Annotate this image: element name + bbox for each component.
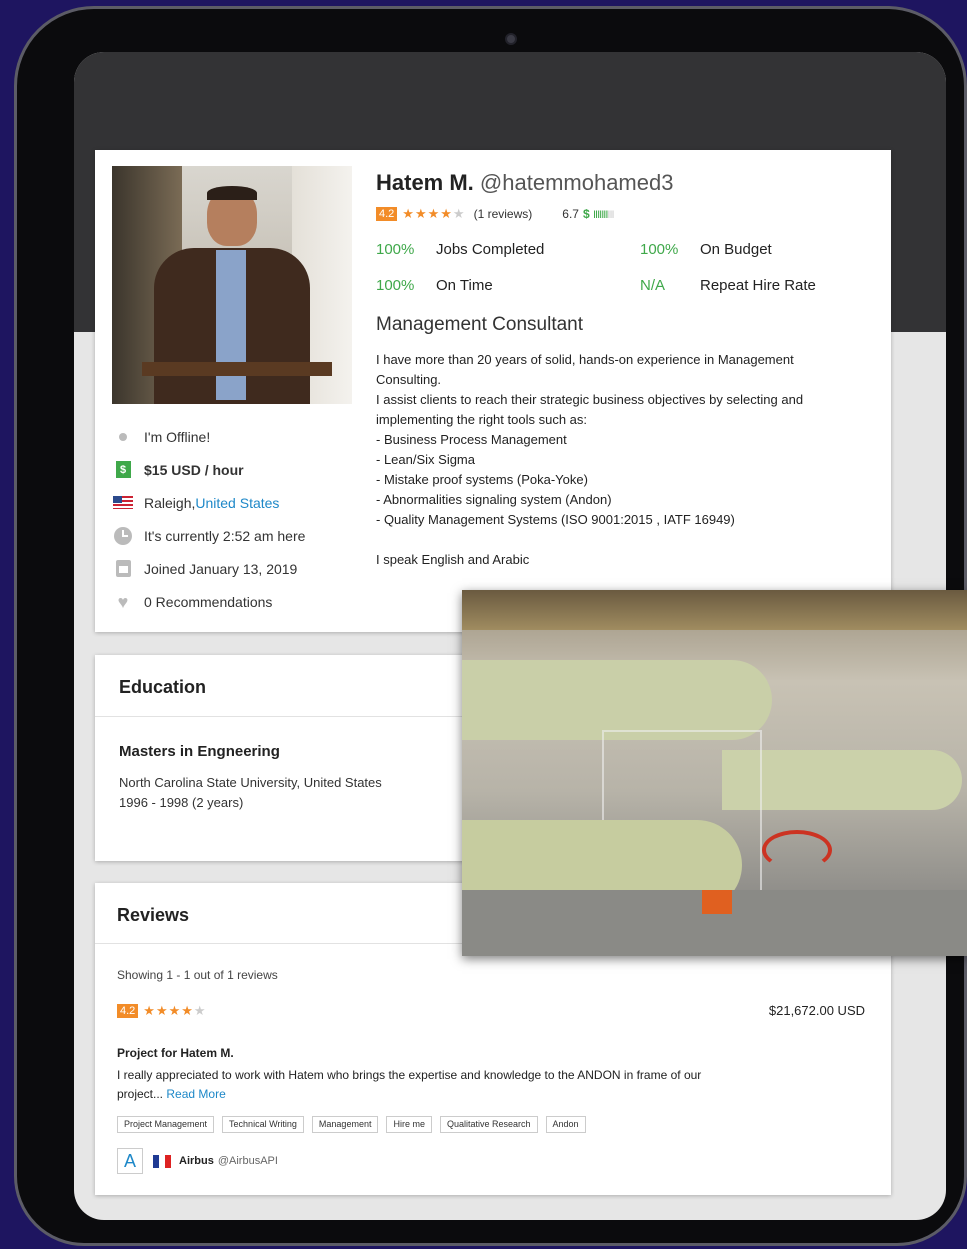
author-avatar: A [117, 1148, 143, 1174]
description-line: I have more than 20 years of solid, hand… [376, 352, 794, 387]
clock-icon [112, 526, 134, 545]
stat-repeat-hire: N/A Repeat Hire Rate [640, 277, 816, 294]
reviews-count-link[interactable]: (1 reviews) [474, 207, 533, 221]
dollar-icon: $ [112, 461, 134, 479]
review-tags: Project Management Technical Writing Man… [117, 1116, 594, 1133]
earnings-bars-icon: IIIIIIIIII [592, 209, 615, 221]
description-line: I assist clients to reach their strategi… [376, 392, 804, 427]
stat-on-time: 100% On Time [376, 277, 493, 294]
joined-row: Joined January 13, 2019 [112, 552, 352, 585]
description-line: - Business Process Management [376, 432, 567, 447]
location-country-link[interactable]: United States [195, 495, 279, 511]
local-time-row: It's currently 2:52 am here [112, 519, 352, 552]
stat-value: 100% [376, 241, 415, 258]
rate-row: $ $15 USD / hour [112, 453, 352, 486]
stat-label: Jobs Completed [436, 241, 545, 258]
education-degree: Masters in Engneering [119, 743, 280, 760]
freelancer-name: Hatem M. [376, 170, 474, 195]
author-handle: @AirbusAPI [217, 1155, 278, 1167]
skill-tag[interactable]: Andon [545, 1116, 586, 1133]
earnings-score: 6.7 $ IIIIIIIIII [562, 207, 615, 221]
star-rating-icon: ★★★★★ [402, 206, 466, 221]
review-author: A Airbus @AirbusAPI [117, 1148, 278, 1174]
skill-tag[interactable]: Management [311, 1116, 379, 1133]
local-time-text: It's currently 2:52 am here [144, 527, 306, 544]
status-row: I'm Offline! [112, 420, 352, 453]
profile-name: Hatem M. @hatemmohamed3 [376, 170, 673, 196]
description-line: - Quality Management Systems (ISO 9001:2… [376, 512, 735, 527]
earnings-symbol: $ [582, 207, 590, 221]
description-line [376, 530, 856, 550]
review-amount: $21,672.00 USD [768, 1003, 865, 1018]
profile-photo [112, 166, 352, 404]
read-more-link[interactable]: Read More [166, 1087, 225, 1101]
skill-tag[interactable]: Technical Writing [222, 1116, 304, 1133]
camera-icon [505, 33, 517, 45]
calendar-icon [112, 560, 134, 578]
rating-badge: 4.2 [376, 207, 398, 221]
earnings-score-value: 6.7 [562, 207, 579, 221]
description-line: - Abnormalities signaling system (Andon) [376, 492, 612, 507]
reviews-showing-count: Showing 1 - 1 out of 1 reviews [117, 968, 278, 982]
review-rating: 4.2 ★★★★★ [117, 1003, 207, 1019]
us-flag-icon [112, 494, 134, 512]
joined-text: Joined January 13, 2019 [144, 560, 298, 577]
author-company: Airbus [179, 1155, 214, 1167]
review-text: I really appreciated to work with Hatem … [117, 1066, 717, 1104]
skill-tag[interactable]: Project Management [117, 1116, 215, 1133]
heart-icon: ♥ [117, 591, 129, 612]
star-rating-icon: ★★★★★ [143, 1003, 207, 1018]
hourly-rate: $15 USD / hour [144, 461, 244, 478]
recommendations-row: ♥ 0 Recommendations [112, 585, 352, 618]
stat-label: On Budget [700, 241, 772, 258]
stat-jobs-completed: 100% Jobs Completed [376, 241, 544, 258]
stat-on-budget: 100% On Budget [640, 241, 772, 258]
stat-value: 100% [640, 241, 679, 258]
skill-tag[interactable]: Hire me [386, 1116, 432, 1133]
review-rating-badge: 4.2 [117, 1004, 139, 1018]
stat-label: On Time [436, 277, 493, 294]
profile-headline: Management Consultant [376, 314, 584, 335]
aircraft-factory-photo [462, 590, 967, 956]
reviews-heading: Reviews [117, 905, 190, 925]
education-university: North Carolina State University, United … [119, 775, 382, 790]
france-flag-icon [153, 1154, 171, 1168]
freelancer-handle: @hatemmohamed3 [479, 170, 674, 195]
status-text: I'm Offline! [144, 428, 211, 445]
review-project-title: Project for Hatem M. [117, 1046, 234, 1060]
education-years: 1996 - 1998 (2 years) [119, 795, 244, 810]
profile-sidebar: I'm Offline! $ $15 USD / hour Raleigh, U… [112, 420, 352, 618]
recommendations-text: 0 Recommendations [144, 593, 273, 610]
description-line: - Lean/Six Sigma [376, 452, 475, 467]
description-line: I speak English and Arabic [376, 552, 530, 567]
location-city: Raleigh, [144, 494, 196, 511]
stat-value: 100% [376, 277, 415, 294]
rating-line: 4.2 ★★★★★ (1 reviews) 6.7 $ IIIIIIIIII [376, 206, 615, 222]
profile-description: I have more than 20 years of solid, hand… [376, 350, 856, 570]
education-heading: Education [119, 677, 207, 697]
location-row: Raleigh, United States [112, 486, 352, 519]
description-line: - Mistake proof systems (Poka-Yoke) [376, 472, 588, 487]
stat-label: Repeat Hire Rate [700, 277, 816, 294]
skill-tag[interactable]: Qualitative Research [439, 1116, 538, 1133]
stat-value: N/A [640, 277, 666, 294]
offline-dot-icon [112, 428, 134, 446]
